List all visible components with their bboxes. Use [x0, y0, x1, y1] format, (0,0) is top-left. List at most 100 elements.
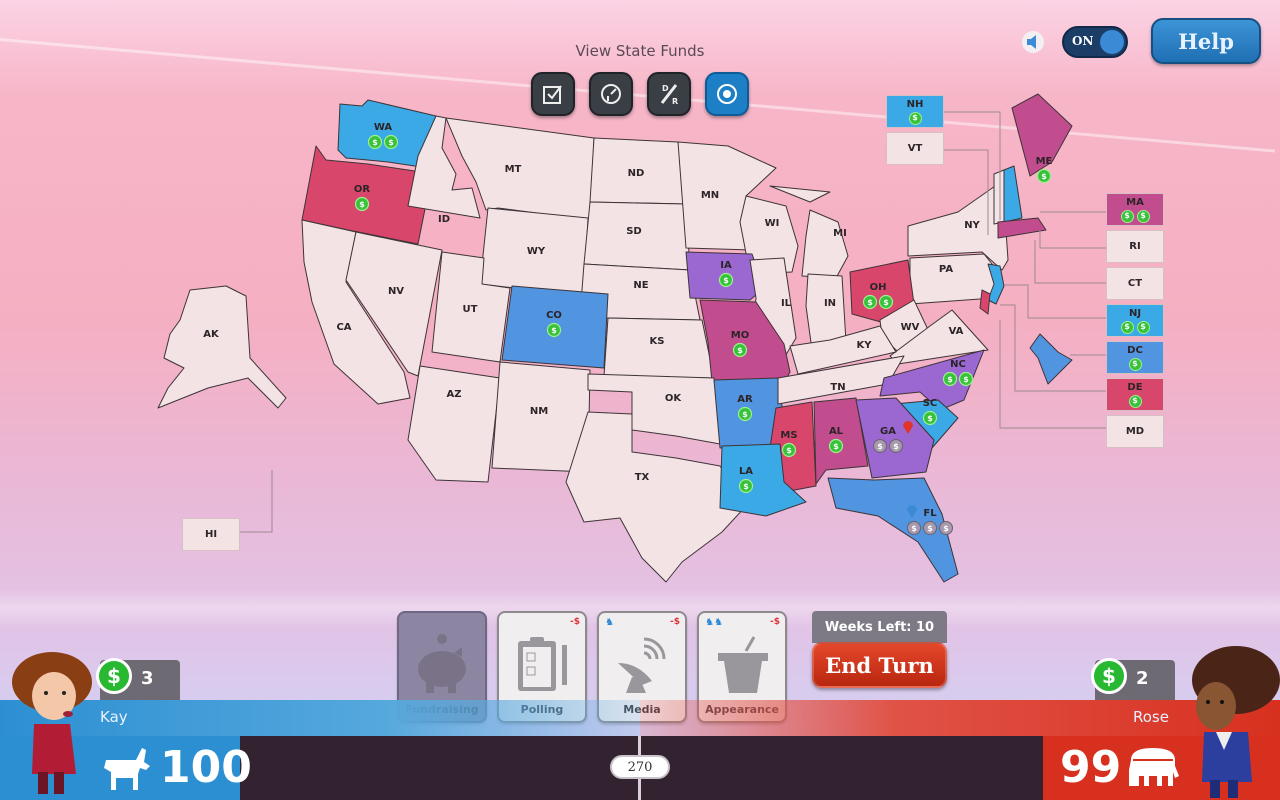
coin-dollar-sign: $ — [883, 298, 889, 307]
state-box-label: DC — [1127, 344, 1143, 356]
state-label: OH — [870, 282, 887, 293]
leader-line — [1034, 240, 1106, 284]
state-label: ME — [1036, 156, 1053, 167]
state-label: IA — [720, 260, 732, 271]
state-label: KS — [650, 336, 665, 347]
left-player-name: Kay — [100, 708, 128, 726]
state-box-nh[interactable]: NH $ — [886, 95, 944, 128]
state-label: IN — [824, 298, 836, 309]
state-nh[interactable] — [1003, 165, 1023, 223]
state-label: WY — [527, 246, 546, 257]
state-box-label: MA — [1126, 196, 1144, 208]
right-electoral-votes: 99 — [1060, 742, 1122, 793]
right-funds: 2 — [1136, 668, 1149, 689]
state-label: CA — [336, 322, 351, 333]
state-box-ct[interactable]: CT — [1106, 267, 1164, 300]
state-de[interactable] — [979, 289, 991, 315]
fund-coin-icon: $ — [1136, 209, 1150, 223]
state-label: MT — [505, 164, 522, 175]
state-label: OK — [665, 393, 683, 404]
end-turn-button[interactable]: End Turn — [812, 642, 947, 688]
state-label: AL — [829, 426, 844, 437]
state-box-ma[interactable]: MA $ $ — [1106, 193, 1164, 226]
state-label: TN — [830, 382, 845, 393]
state-label: NM — [530, 406, 548, 417]
clipboard-icon — [518, 637, 567, 691]
piggy-bank-icon — [418, 634, 466, 693]
leader-line — [1005, 284, 1106, 319]
state-label: VA — [949, 326, 964, 337]
state-label: WA — [374, 122, 393, 133]
coin-group: $ — [1128, 357, 1142, 371]
coin-dollar-sign: $ — [877, 442, 883, 451]
leader-line — [1039, 230, 1106, 249]
coin-dollar-sign: $ — [911, 524, 917, 533]
coin-dollar-sign: $ — [943, 524, 949, 533]
state-ks[interactable] — [603, 317, 715, 379]
state-label: FL — [923, 508, 937, 519]
state-label: AZ — [447, 389, 462, 400]
state-ak[interactable] — [157, 285, 287, 409]
kay-avatar — [12, 652, 92, 794]
state-label: SC — [923, 398, 938, 409]
coin-dollar-sign: $ — [359, 200, 365, 209]
cost-badge: -$ — [770, 617, 780, 627]
state-label: AK — [203, 329, 220, 340]
state-box-vt[interactable]: VT — [886, 132, 944, 165]
coin-group: $ — [1128, 394, 1142, 408]
podium-icon — [718, 636, 768, 693]
state-az[interactable] — [407, 365, 501, 483]
coin-dollar-sign: $ — [927, 414, 933, 423]
state-fl[interactable] — [827, 477, 959, 583]
coin-group: $ — [908, 111, 922, 125]
state-label: ID — [438, 214, 450, 225]
state-box-label: DE — [1127, 381, 1143, 393]
state-box-label: VT — [907, 143, 923, 154]
state-box-dc[interactable]: DC $ — [1106, 341, 1164, 374]
donkey-icon: ♞ — [605, 617, 614, 628]
fund-coin-icon: $ — [1120, 209, 1134, 223]
state-box-de[interactable]: DE $ — [1106, 378, 1164, 411]
state-ma[interactable] — [997, 217, 1047, 239]
state-box-label: RI — [1129, 241, 1141, 252]
left-player-name-bar — [0, 700, 640, 736]
coin-dollar-sign: $ — [723, 276, 729, 285]
coin-dollar-sign: $ — [742, 410, 748, 419]
coin-dollar-sign: $ — [551, 326, 557, 335]
fund-coin-icon: $ — [1128, 394, 1142, 408]
state-label: WI — [765, 218, 780, 229]
coin-dollar-sign: $ — [833, 442, 839, 451]
state-label: OR — [354, 184, 371, 195]
state-label: NC — [950, 359, 966, 370]
state-box-hi[interactable]: HI — [182, 518, 240, 551]
state-box-label: HI — [204, 529, 218, 540]
dollar-coin-icon: $ — [1091, 658, 1127, 694]
state-label: IL — [781, 298, 792, 309]
state-dc[interactable] — [1029, 333, 1073, 385]
right-player-name: Rose — [1133, 708, 1169, 726]
weeks-left: Weeks Left: 10 — [812, 611, 947, 643]
state-label: NV — [388, 286, 404, 297]
state-label: NE — [633, 280, 648, 291]
state-label: LA — [739, 466, 753, 477]
coin-dollar-sign: $ — [388, 138, 394, 147]
state-label: GA — [880, 426, 896, 437]
satellite-dish-icon — [618, 637, 666, 693]
state-label: MI — [833, 228, 847, 239]
coin-dollar-sign: $ — [893, 442, 899, 451]
donkey-icon: ♞♞ — [705, 617, 723, 628]
donkey-icon — [104, 748, 150, 790]
fund-coin-icon: $ — [1128, 357, 1142, 371]
state-label: MN — [701, 190, 719, 201]
state-label: UT — [463, 304, 478, 315]
state-label: MS — [780, 430, 797, 441]
coin-dollar-sign: $ — [1041, 172, 1047, 181]
state-box-md[interactable]: MD — [1106, 415, 1164, 448]
state-label: SD — [626, 226, 642, 237]
state-label: ND — [628, 168, 645, 179]
state-vt[interactable] — [993, 169, 1005, 225]
fund-coin-icon: $ — [1120, 320, 1134, 334]
coin-dollar-sign: $ — [927, 524, 933, 533]
state-box-ri[interactable]: RI — [1106, 230, 1164, 263]
state-box-nj[interactable]: NJ $ $ — [1106, 304, 1164, 337]
